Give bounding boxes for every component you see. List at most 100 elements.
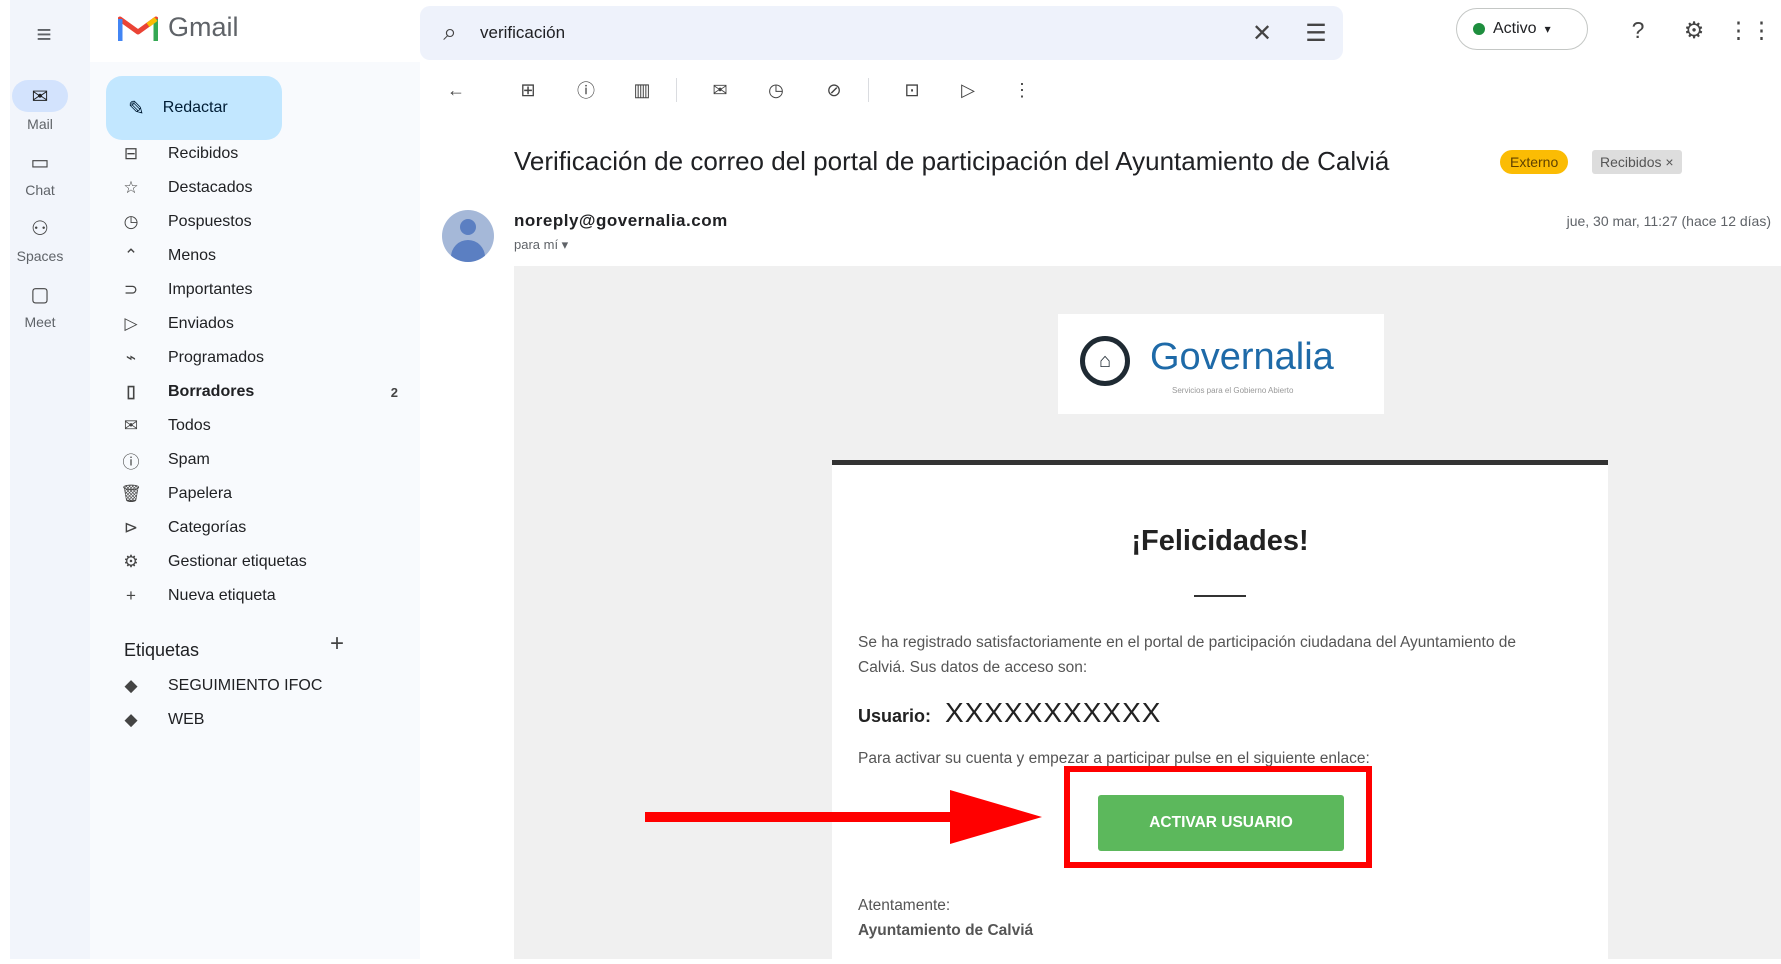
nav-label: Categorías — [168, 519, 247, 536]
rail-meet[interactable]: ▢ Meet — [0, 278, 80, 331]
add-task-icon[interactable]: ⊘ — [818, 74, 850, 106]
search-options-icon[interactable]: ☰ — [1289, 19, 1343, 48]
nav-item-categorias[interactable]: ⊳ Categorías — [120, 512, 410, 544]
chat-icon: ▭ — [30, 151, 50, 174]
archive-icon[interactable]: ⊞ — [512, 74, 544, 106]
label-item-seguimiento-ifoc[interactable]: ◆ SEGUIMIENTO IFOC — [120, 670, 410, 702]
delete-icon[interactable]: ▥ — [626, 74, 658, 106]
nav-label: Nueva etiqueta — [168, 587, 276, 604]
back-arrow-icon[interactable]: ← — [440, 74, 472, 106]
rail-mail[interactable]: ✉ Mail — [0, 80, 80, 132]
gmail-logo[interactable]: Gmail — [118, 12, 239, 43]
recipient-details-toggle[interactable]: para mí ▾ — [514, 237, 568, 253]
avatar-body — [451, 240, 485, 262]
unread-count: 2 — [390, 384, 398, 400]
inbox-label-chip[interactable]: Recibidos × — [1592, 150, 1682, 174]
email-subject: Verificación de correo del portal de par… — [514, 146, 1390, 176]
nav-label: Gestionar etiquetas — [168, 553, 307, 570]
search-bar: ⌕ verificación ✕ ☰ — [420, 6, 1343, 60]
settings-gear-icon[interactable]: ⚙ — [1674, 10, 1714, 50]
compose-button[interactable]: ✎ Redactar — [106, 76, 282, 140]
nav-item-importantes[interactable]: ⊃ Importantes — [120, 274, 410, 306]
nav-item-menos[interactable]: ⌃ Menos — [120, 240, 410, 272]
add-label-plus-icon[interactable]: + — [330, 630, 344, 658]
chevron-down-icon: ▾ — [1544, 22, 1551, 36]
nav-label: Importantes — [168, 281, 253, 298]
send-icon: ▷ — [124, 314, 138, 333]
clear-search-icon[interactable]: ✕ — [1235, 19, 1289, 48]
label-tag-icon: ◆ — [124, 676, 138, 695]
gmail-m-icon — [118, 16, 158, 41]
email-date: jue, 30 mar, 11:27 (hace 12 días) — [1566, 213, 1771, 229]
star-icon: ☆ — [123, 178, 139, 197]
search-icon[interactable]: ⌕ — [420, 19, 480, 47]
nav-item-enviados[interactable]: ▷ Enviados — [120, 308, 410, 340]
signoff-org: Ayuntamiento de Calviá — [858, 922, 1034, 939]
nav-item-programados[interactable]: ⌁ Programados — [120, 342, 410, 374]
label-name: WEB — [168, 711, 205, 728]
trash-icon: 🗑 — [120, 484, 142, 503]
governalia-tagline: Servicios para el Gobierno Abierto — [1172, 386, 1294, 395]
nav-label: Pospuestos — [168, 213, 252, 230]
rail-chat[interactable]: ▭ Chat — [0, 146, 80, 199]
nav-item-recibidos[interactable]: ⊟ Recibidos — [120, 138, 410, 170]
nav-label: Programados — [168, 349, 265, 366]
nav-label: Papelera — [168, 485, 233, 502]
status-selector[interactable]: Activo ▾ — [1456, 8, 1588, 50]
labels-section-title: Etiquetas — [124, 640, 200, 660]
meet-icon: ▢ — [30, 283, 50, 306]
label-icon: ⊳ — [123, 518, 139, 537]
nav-label: Borradores — [168, 383, 255, 400]
rail-chat-label: Chat — [25, 182, 55, 198]
registration-text: Se ha registrado satisfactoriamente en e… — [858, 634, 1517, 676]
user-label: Usuario: — [858, 706, 932, 726]
spaces-icon: ⚇ — [31, 217, 49, 240]
nav-label: Destacados — [168, 179, 253, 196]
user-row: Usuario: XXXXXXXXXXX — [858, 697, 1161, 729]
annotation-highlight-box — [1064, 766, 1372, 868]
apps-grid-icon[interactable]: ⋮⋮ — [1727, 10, 1773, 50]
email-card: ¡Felicidades! Se ha registrado satisfact… — [832, 460, 1608, 964]
nav-item-borradores[interactable]: ▯ Borradores 2 — [120, 376, 410, 408]
inbox-icon: ⊟ — [123, 144, 139, 163]
sender-email[interactable]: noreply@governalia.com — [514, 211, 728, 231]
compose-label: Redactar — [162, 99, 228, 116]
status-label: Activo — [1493, 20, 1537, 37]
nav-item-pospuestos[interactable]: ◷ Pospuestos — [120, 206, 410, 238]
nav-item-destacados[interactable]: ☆ Destacados — [120, 172, 410, 204]
avatar-head — [460, 219, 476, 235]
clock-icon: ◷ — [123, 212, 139, 231]
external-badge: Externo — [1500, 150, 1569, 174]
nav-label: Menos — [168, 247, 217, 264]
snooze-icon[interactable]: ◷ — [760, 74, 792, 106]
governalia-building-icon: ⌂ — [1080, 336, 1130, 386]
status-dot — [1473, 23, 1485, 35]
mail-icon: ✉ — [12, 80, 68, 112]
mark-unread-icon[interactable]: ✉ — [704, 74, 736, 106]
nav-item-gestionar-etiquetas[interactable]: ⚙ Gestionar etiquetas — [120, 546, 410, 578]
main-menu-icon[interactable]: ≡ — [24, 14, 64, 54]
label-name: SEGUIMIENTO IFOC — [168, 677, 323, 694]
nav-item-spam[interactable]: ⓘ Spam — [120, 444, 410, 476]
label-item-web[interactable]: ◆ WEB — [120, 704, 410, 736]
nav-item-papelera[interactable]: 🗑 Papelera — [120, 478, 410, 510]
rail-spaces[interactable]: ⚇ Spaces — [0, 212, 80, 265]
rail-meet-label: Meet — [24, 314, 56, 330]
all-mail-icon: ✉ — [123, 416, 139, 435]
nav-label: Enviados — [168, 315, 234, 332]
report-spam-icon[interactable]: ⓘ — [570, 74, 602, 106]
label-icon[interactable]: ▷ — [952, 74, 984, 106]
important-icon: ⊃ — [123, 280, 139, 299]
governalia-name: Governalia — [1150, 336, 1334, 378]
plus-icon: + — [126, 586, 136, 605]
move-to-icon[interactable]: ⊡ — [896, 74, 928, 106]
gear-icon: ⚙ — [123, 552, 139, 571]
nav-item-todos[interactable]: ✉ Todos — [120, 410, 410, 442]
more-options-icon[interactable]: ⋮ — [1006, 74, 1038, 106]
nav-item-nueva-etiqueta[interactable]: + Nueva etiqueta — [120, 580, 410, 612]
chevron-up-icon: ⌃ — [123, 246, 139, 265]
search-input[interactable]: verificación — [480, 23, 1235, 43]
draft-icon: ▯ — [126, 382, 136, 401]
governalia-logo: ⌂ Governalia Servicios para el Gobierno … — [1058, 314, 1384, 414]
help-icon[interactable]: ? — [1618, 10, 1658, 50]
